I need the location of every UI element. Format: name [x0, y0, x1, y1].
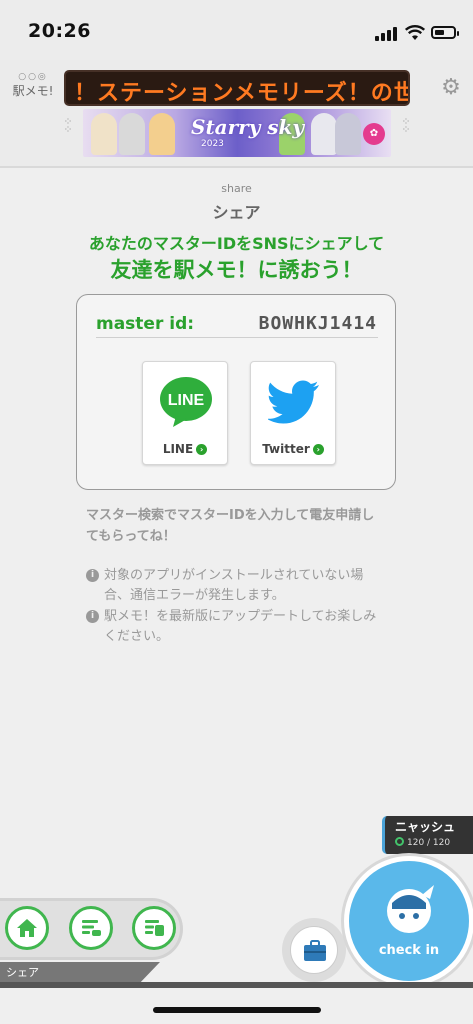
line-icon: LINE [159, 376, 213, 428]
info-icon: i [86, 610, 99, 623]
home-icon [17, 919, 37, 937]
share-twitter-button[interactable]: Twitter › [250, 361, 336, 465]
ticker-text: ！ステーションメモリーズ！の世 [74, 81, 410, 106]
arrow-right-icon: › [312, 444, 324, 455]
info-text: 対象のアプリがインストールされていない場合、通信エラーが発生します。 [104, 568, 364, 603]
share-twitter-label: Twitter [262, 442, 310, 456]
battery-icon [431, 26, 459, 39]
banner-next-icon[interactable]: ⁘ ⁘ [396, 116, 416, 144]
list-car-icon [82, 920, 101, 936]
denco-face-icon [382, 883, 436, 937]
home-indicator-area [0, 988, 473, 1024]
current-screen-text: シェア [6, 966, 39, 979]
status-time: 20:26 [28, 20, 91, 42]
home-indicator[interactable] [153, 1007, 321, 1013]
master-id-label: master id: [96, 314, 195, 334]
divider [96, 337, 378, 338]
wifi-icon [404, 24, 426, 42]
arrow-right-icon: › [196, 444, 208, 455]
logo-dots-icon: ○○◎ [18, 72, 48, 82]
news-ticker[interactable]: ！ステーションメモリーズ！の世 [64, 70, 410, 106]
app-logo[interactable]: ○○◎ 駅メモ! [8, 72, 58, 106]
share-line-label: LINE [162, 442, 194, 456]
search-note: マスター検索でマスターIDを入力して電友申請してもらってね！ [86, 508, 375, 544]
page-title: シェア [212, 203, 261, 222]
share-line-button[interactable]: LINE LINE › [142, 361, 228, 465]
signal-icon [375, 27, 399, 41]
train-list-icon [145, 920, 164, 936]
gear-icon[interactable]: ⚙ [440, 77, 462, 99]
lead-text-2: 友達を駅メモ！に誘おう！ [110, 258, 363, 282]
hp-ring-icon [395, 837, 404, 846]
items-button[interactable] [282, 918, 346, 982]
info-icon: i [86, 569, 99, 582]
info-text: 駅メモ！を最新版にアップデートしてお楽しみください。 [104, 609, 377, 644]
briefcase-icon [304, 940, 326, 961]
partner-status[interactable]: ニャッシュ 120 / 120 [382, 816, 473, 854]
train-button[interactable] [132, 906, 176, 950]
partner-name: ニャッシュ [395, 820, 456, 834]
app-logo-text: 駅メモ! [12, 84, 54, 98]
banner-badge-icon: ✿ [363, 123, 385, 145]
line-logo-text: LINE [168, 392, 205, 409]
banner-prev-icon[interactable]: ⁘ ⁘ [58, 116, 78, 144]
master-id-value: BOWHKJ1414 [258, 313, 377, 334]
check-in-button[interactable]: check in [344, 856, 473, 986]
home-button[interactable] [5, 906, 49, 950]
banner-subtitle: 2023 [201, 139, 224, 149]
partner-hp: 120 / 120 [407, 838, 451, 848]
lead-text-1: あなたのマスターIDをSNSにシェアして [88, 234, 385, 253]
info-item: i 駅メモ！を最新版にアップデートしてお楽しみください。 [86, 607, 386, 647]
banner-title: Starry sky [191, 115, 305, 139]
info-item: i 対象のアプリがインストールされていない場合、通信エラーが発生します。 [86, 566, 386, 606]
event-banner[interactable]: Starry sky 2023 ✿ [83, 109, 391, 157]
page-subtitle: share [221, 182, 252, 195]
menu-button[interactable] [69, 906, 113, 950]
check-in-label: check in [378, 943, 440, 958]
current-screen-label: シェア [0, 962, 160, 982]
twitter-bird-icon [266, 380, 320, 424]
